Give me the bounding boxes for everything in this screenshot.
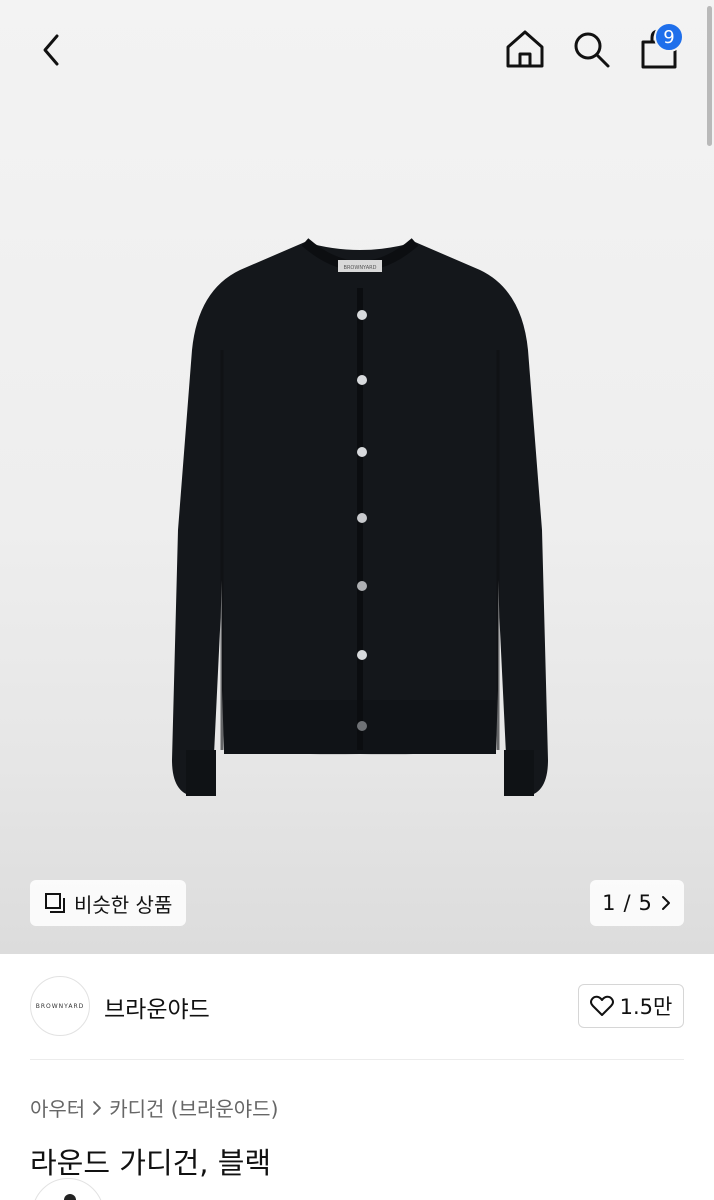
- cart-count-badge: 9: [654, 22, 684, 52]
- garment-label-text: BROWNYARD: [344, 265, 377, 271]
- pager-total: 5: [638, 891, 652, 915]
- home-button[interactable]: [500, 24, 550, 74]
- similar-products-label: 비슷한 상품: [74, 892, 173, 917]
- copy-icon: [45, 893, 65, 913]
- home-icon: [506, 30, 544, 68]
- brand-logo[interactable]: BROWNYARD: [30, 976, 90, 1036]
- heart-icon: [589, 995, 614, 1016]
- product-image-gallery[interactable]: BROWNYARD: [0, 0, 714, 954]
- brand-logo-text: BROWNYARD: [35, 1002, 85, 1010]
- breadcrumb-item-outer[interactable]: 아우터: [30, 1093, 85, 1122]
- chevron-left-icon: [43, 34, 59, 66]
- product-title: 라운드 가디건, 블랙: [30, 1146, 272, 1180]
- pager-separator: /: [623, 891, 631, 915]
- like-button[interactable]: 1.5만: [578, 984, 684, 1028]
- brand-row: BROWNYARD 브라운야드 1.5만: [0, 954, 714, 1060]
- back-button[interactable]: [28, 26, 76, 74]
- chevron-right-icon: [93, 1100, 102, 1115]
- like-count: 1.5만: [619, 995, 673, 1019]
- brand-name[interactable]: 브라운야드: [104, 990, 210, 1024]
- avatar-dot: [64, 1194, 76, 1200]
- similar-products-button[interactable]: 비슷한 상품: [30, 880, 187, 926]
- divider: [30, 1059, 684, 1060]
- search-button[interactable]: [566, 24, 616, 74]
- product-image-cardigan: BROWNYARD: [172, 238, 548, 796]
- top-navigation-bar: 9: [0, 0, 714, 100]
- search-icon: [574, 32, 610, 68]
- chevron-right-icon: [661, 896, 670, 910]
- pager-current: 1: [602, 891, 616, 915]
- breadcrumb: 아우터 카디건 (브라운야드): [30, 1093, 278, 1122]
- image-pager[interactable]: 1 / 5: [590, 880, 684, 926]
- breadcrumb-item-cardigan[interactable]: 카디건 (브라운야드): [109, 1093, 278, 1122]
